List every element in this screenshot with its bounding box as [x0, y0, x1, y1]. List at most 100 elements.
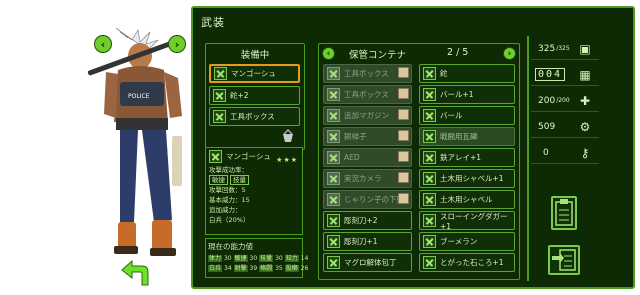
- weapon-icon: [423, 109, 436, 122]
- storage-slot[interactable]: AED: [323, 148, 412, 167]
- gear-icon: ⚙: [579, 120, 591, 134]
- storage-slot[interactable]: 土木用シャベル: [419, 190, 515, 209]
- equipped-slot[interactable]: 工具ボックス: [209, 107, 300, 126]
- slot-label: バール+1: [440, 90, 474, 99]
- resource-value: 0: [543, 147, 549, 158]
- prev-arrow-icon: ‹: [326, 48, 331, 59]
- item-thumbnail: [398, 172, 409, 183]
- transfer-button[interactable]: [548, 245, 580, 275]
- storage-slot[interactable]: バール+1: [419, 85, 515, 104]
- back-button[interactable]: [118, 258, 152, 288]
- slot-label: AED: [344, 153, 360, 162]
- ability-value: 30: [223, 255, 232, 262]
- slot-label: 銅梯子: [344, 132, 367, 141]
- money-icon: ✚: [579, 94, 591, 108]
- resource-value: 200: [538, 95, 556, 106]
- item-thumbnail: [398, 151, 409, 162]
- weapon-icon: [423, 172, 436, 185]
- weapon-icon: [209, 150, 222, 163]
- storage-slot[interactable]: 鉄アレイ+1: [419, 148, 515, 167]
- ladder-icon: [327, 130, 340, 143]
- clipboard-button[interactable]: [551, 196, 577, 230]
- storage-slot[interactable]: ブーメラン: [419, 232, 515, 251]
- ability-row: 体力 30 敏捷 30 技量 30 知力 14: [208, 254, 308, 264]
- transfer-icon: [552, 249, 576, 271]
- storage-slot[interactable]: スローイングダガー+1: [419, 211, 515, 231]
- storage-slot[interactable]: 戦闘用瓦礫: [419, 127, 515, 146]
- rarity-stars: ★★★: [276, 156, 298, 164]
- item-name: マンゴーシュ: [226, 151, 271, 161]
- item-thumbnail: [398, 130, 409, 141]
- slot-label: じゃりン子の下駄: [344, 195, 404, 204]
- prev-character-button[interactable]: ‹: [94, 35, 112, 53]
- next-arrow-icon: ›: [507, 48, 512, 59]
- stat-line: 白兵（20%）: [209, 216, 250, 224]
- storage-slot[interactable]: 銅梯子: [323, 127, 412, 146]
- page-indicator: 2 / 5: [447, 47, 469, 58]
- ability-key: 射撃: [233, 265, 248, 272]
- storage-next-button[interactable]: ›: [503, 47, 516, 60]
- equipped-header: 装備中: [240, 50, 270, 61]
- ability-box: 現在の能力値 体力 30 敏捷 30 技量 30 知力 14 白兵 34 射撃 …: [205, 238, 308, 278]
- equipped-slot[interactable]: マンゴーシュ: [209, 64, 300, 83]
- ability-value: 34: [223, 265, 232, 272]
- slot-label: 彫刻刀+1: [344, 237, 378, 246]
- stat-line: 基本威力：15: [209, 196, 250, 204]
- weapon-icon: [213, 89, 226, 102]
- resource-1: 325/325 ▣: [531, 38, 599, 60]
- ability-value: 35: [275, 265, 283, 272]
- svg-text:POLICE: POLICE: [128, 93, 150, 100]
- weapon-icon: [423, 235, 436, 248]
- next-character-button[interactable]: ›: [168, 35, 186, 53]
- storage-slot[interactable]: とがった石ころ+1: [419, 253, 515, 272]
- storage-slot[interactable]: 鉈: [419, 64, 515, 83]
- stat-line: 追加威力：: [209, 206, 242, 214]
- slot-label: 土木用シャベル+1: [440, 174, 504, 183]
- tool-icon: [327, 67, 340, 80]
- next-arrow-icon: ›: [174, 37, 180, 51]
- ability-value: 30: [275, 255, 283, 262]
- storage-slot[interactable]: 工具ボックス: [323, 85, 412, 104]
- storage-slot[interactable]: マグロ解体包丁: [323, 253, 412, 272]
- weapon-icon: [423, 214, 436, 227]
- ability-label: 現在の能力値: [208, 242, 253, 251]
- equipped-slot[interactable]: 鉈+2: [209, 86, 300, 105]
- storage-slot[interactable]: 追加マガジン: [323, 106, 412, 125]
- tool-icon: [213, 110, 226, 123]
- basket-icon[interactable]: [281, 129, 295, 143]
- slot-label: 鉄アレイ+1: [440, 153, 482, 162]
- divider: [527, 36, 529, 281]
- storage-slot[interactable]: バール: [419, 106, 515, 125]
- storage-slot[interactable]: じゃりン子の下駄: [323, 190, 412, 209]
- weapon-icon: [327, 214, 340, 227]
- storage-prev-button[interactable]: ‹: [322, 47, 335, 60]
- storage-slot[interactable]: 彫刻刀+1: [323, 232, 412, 251]
- slot-label: ブーメラン: [440, 237, 478, 246]
- item-thumbnail: [398, 88, 409, 99]
- slot-label: 追加マガジン: [344, 111, 389, 120]
- slot-label: 工具ボックス: [344, 69, 389, 78]
- panel-title: 武装: [201, 16, 225, 29]
- ability-value: 39: [249, 265, 258, 272]
- weapon-icon: [423, 193, 436, 206]
- slot-label: 工具ボックス: [230, 112, 275, 121]
- slot-label: 工具ボックス: [344, 90, 389, 99]
- tool-icon: [327, 88, 340, 101]
- slot-label: 実況カメラ: [344, 174, 382, 183]
- resource-3: 200/200 ✚: [531, 90, 599, 112]
- weapon-icon: [423, 67, 436, 80]
- ability-value: 30: [249, 255, 258, 262]
- clipboard-icon: [555, 199, 573, 226]
- storage-slot[interactable]: 工具ボックス: [323, 64, 412, 83]
- storage-slot[interactable]: 実況カメラ: [323, 169, 412, 188]
- storage-slot[interactable]: 彫刻刀+2: [323, 211, 412, 230]
- weapon-icon: [327, 235, 340, 248]
- aed-icon: [327, 151, 340, 164]
- stat-tag: 技量: [230, 175, 249, 185]
- storage-slot[interactable]: 土木用シャベル+1: [419, 169, 515, 188]
- ability-key: 白兵: [208, 265, 223, 272]
- weapon-icon: [423, 130, 436, 143]
- slot-label: 鉈: [440, 69, 448, 78]
- slot-label: 戦闘用瓦礫: [440, 132, 478, 141]
- weapon-icon: [423, 88, 436, 101]
